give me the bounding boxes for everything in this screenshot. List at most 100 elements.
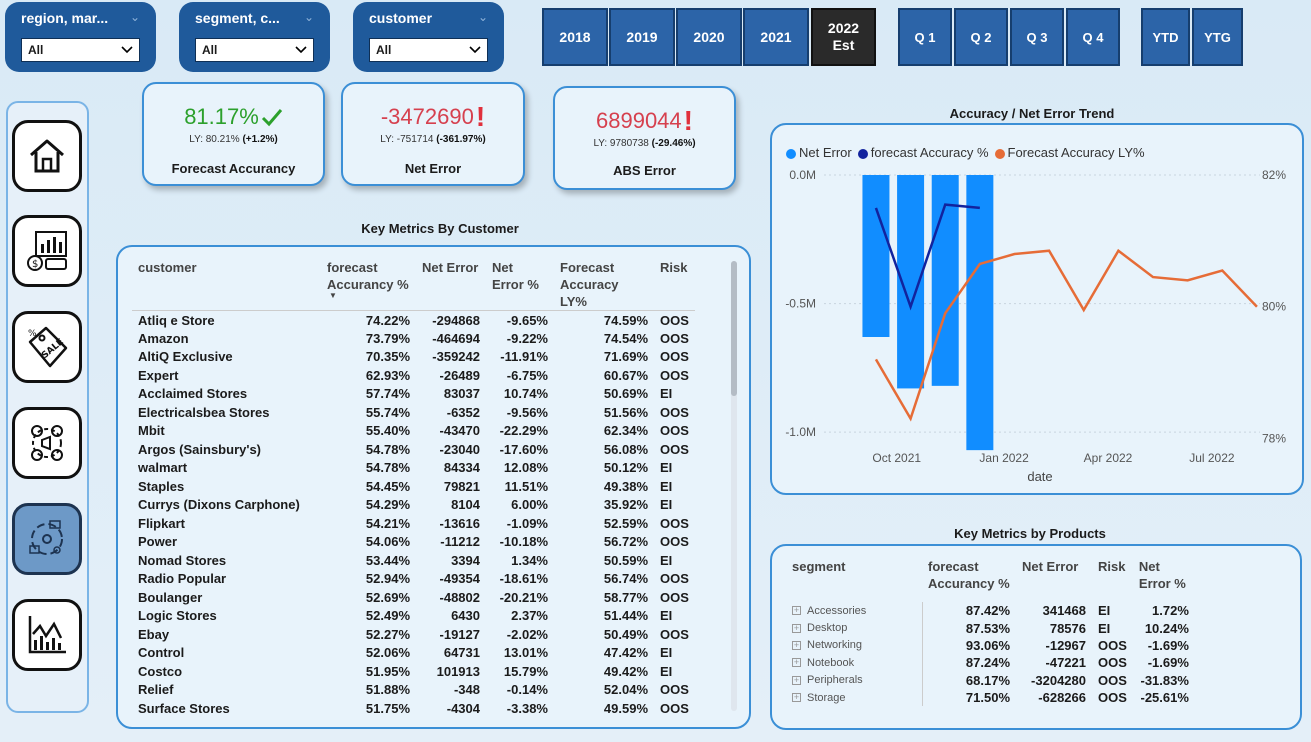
col-net-error-pct[interactable]: Net Error % bbox=[1133, 558, 1195, 602]
table-row[interactable]: walmart 54.78% 84334 12.08% 50.12% EI bbox=[132, 459, 695, 478]
col-risk[interactable]: Risk bbox=[1092, 558, 1133, 602]
cell-customer: Electricalsbea Stores bbox=[138, 404, 270, 420]
table-row[interactable]: Surface Stores 51.75% -4304 -3.38% 49.59% OOS bbox=[132, 699, 695, 718]
table-row[interactable]: Nomad Stores 53.44% 3394 1.34% 50.59% EI bbox=[132, 551, 695, 570]
table-row[interactable]: Currys (Dixons Carphone) 54.29% 8104 6.00% 3… bbox=[132, 496, 695, 515]
cell-accuracy: 68.17% bbox=[965, 672, 1010, 688]
col-net-error[interactable]: Net Error bbox=[416, 259, 486, 311]
cell-customer: Argos (Sainsbury's) bbox=[138, 441, 262, 457]
quarter-button-q2[interactable]: Q 2 bbox=[954, 8, 1008, 66]
cell-accuracy: 71.50% bbox=[965, 690, 1010, 706]
cell-net-error: -294868 bbox=[432, 312, 480, 328]
cell-net-error-pct: -9.65% bbox=[506, 312, 548, 328]
sale-tag-icon: SALE % bbox=[28, 326, 68, 368]
table-row[interactable]: Mbit 55.40% -43470 -22.29% 62.34% OOS bbox=[132, 422, 695, 441]
kpi-accuracy-label: Forecast Accurancy bbox=[171, 161, 296, 176]
cell-customer: Amazon bbox=[138, 330, 189, 346]
table-row[interactable]: + Notebook 87.24% -47221 OOS -1.69% bbox=[786, 654, 1195, 672]
nav-analytics-button[interactable] bbox=[12, 599, 82, 671]
cell-accuracy-ly: 49.42% bbox=[603, 663, 648, 679]
chevron-down-icon: ⌄ bbox=[477, 10, 488, 24]
expand-icon[interactable]: + bbox=[792, 606, 801, 616]
col-net-error-pct[interactable]: Net Error % bbox=[486, 259, 554, 311]
cell-net-error-pct: -22.29% bbox=[499, 423, 548, 439]
x-tick-label: Jul 2022 bbox=[1189, 451, 1235, 465]
table-row[interactable]: + Accessories 87.42% 341468 EI 1.72% bbox=[786, 602, 1195, 620]
table-row[interactable]: + Networking 93.06% -12967 OOS -1.69% bbox=[786, 636, 1195, 655]
year-button-2019[interactable]: 2019 bbox=[609, 8, 675, 66]
table-row[interactable]: Logic Stores 52.49% 6430 2.37% 51.44% EI bbox=[132, 607, 695, 626]
table-row[interactable]: + Desktop 87.53% 78576 EI 10.24% bbox=[786, 619, 1195, 637]
nav-marketing-button[interactable] bbox=[12, 407, 82, 479]
expand-icon[interactable]: + bbox=[792, 693, 801, 703]
quarter-button-q3[interactable]: Q 3 bbox=[1010, 8, 1064, 66]
table-row[interactable]: Power 54.06% -11212 -10.18% 56.72% OOS bbox=[132, 533, 695, 552]
nav-sales-button[interactable]: SALE % bbox=[12, 311, 82, 383]
table-row[interactable]: + Peripherals 68.17% -3204280 OOS -31.83% bbox=[786, 671, 1195, 689]
table-row[interactable]: Acclaimed Stores 57.74% 83037 10.74% 50.69% E… bbox=[132, 385, 695, 404]
year-button-2022-est[interactable]: 2022 Est bbox=[811, 8, 876, 66]
table-row[interactable]: Ebay 52.27% -19127 -2.02% 50.49% OOS bbox=[132, 625, 695, 644]
slicer-customer[interactable]: customer ⌄ All bbox=[353, 2, 504, 72]
table-row[interactable]: Amazon 73.79% -464694 -9.22% 74.54% OOS bbox=[132, 329, 695, 348]
year-button-2018[interactable]: 2018 bbox=[542, 8, 608, 66]
table-header-row: customer forecast Accurancy % ▼ Net Erro… bbox=[132, 259, 695, 311]
product-table-title: Key Metrics by Products bbox=[954, 526, 1106, 541]
table-row[interactable]: Boulanger 52.69% -48802 -20.21% 58.77% OOS bbox=[132, 588, 695, 607]
table-row[interactable]: Control 52.06% 64731 13.01% 47.42% EI bbox=[132, 644, 695, 663]
cell-net-error-pct: -31.83% bbox=[1140, 672, 1189, 688]
ytg-button[interactable]: YTG bbox=[1192, 8, 1243, 66]
quarter-button-q4[interactable]: Q 4 bbox=[1066, 8, 1120, 66]
table-row[interactable]: Atliq e Store 74.22% -294868 -9.65% 74.59% OO… bbox=[132, 311, 695, 330]
table-row[interactable]: AltiQ Exclusive 70.35% -359242 -11.91% 71.69… bbox=[132, 348, 695, 367]
col-net-error[interactable]: Net Error bbox=[1016, 558, 1092, 602]
x-tick-label: Apr 2022 bbox=[1084, 451, 1133, 465]
year-button-2021[interactable]: 2021 bbox=[743, 8, 809, 66]
cell-accuracy-ly: 49.38% bbox=[603, 478, 648, 494]
col-customer[interactable]: customer bbox=[132, 259, 321, 311]
kpi-abs-error-label: ABS Error bbox=[613, 163, 676, 178]
col-segment[interactable]: segment bbox=[786, 558, 922, 602]
x-tick-label: Jan 2022 bbox=[979, 451, 1029, 465]
cell-accuracy-ly: 35.92% bbox=[603, 497, 648, 513]
col-risk[interactable]: Risk bbox=[654, 259, 695, 311]
cell-risk: OOS bbox=[1098, 690, 1127, 706]
table-row[interactable]: + Storage 71.50% -628266 OOS -25.61% bbox=[786, 688, 1195, 707]
slicer-segment[interactable]: segment, c... ⌄ All bbox=[179, 2, 330, 72]
col-forecast-accuracy-ly[interactable]: Forecast Accuracy LY% bbox=[554, 259, 654, 311]
year-button-2020[interactable]: 2020 bbox=[676, 8, 742, 66]
ytd-button[interactable]: YTD bbox=[1141, 8, 1190, 66]
col-forecast-accuracy-label: forecast Accurancy % bbox=[327, 260, 409, 292]
expand-icon[interactable]: + bbox=[792, 658, 801, 668]
nav-home-button[interactable] bbox=[12, 120, 82, 192]
table-row[interactable]: Expert 62.93% -26489 -6.75% 60.67% OOS bbox=[132, 366, 695, 385]
scrollbar-thumb[interactable] bbox=[731, 261, 737, 396]
expand-icon[interactable]: + bbox=[792, 675, 801, 685]
cell-accuracy: 87.53% bbox=[965, 620, 1010, 636]
table-row[interactable]: Radio Popular 52.94% -49354 -18.61% 56.74% OO… bbox=[132, 570, 695, 589]
slicer-region[interactable]: region, mar... ⌄ All bbox=[5, 2, 156, 72]
y2-tick-label: 80% bbox=[1262, 300, 1286, 314]
nav-finance-button[interactable]: $ bbox=[12, 215, 82, 287]
col-forecast-accuracy[interactable]: forecast Accurancy % bbox=[922, 558, 1016, 602]
table-row[interactable]: Flipkart 54.21% -13616 -1.09% 52.59% OOS bbox=[132, 514, 695, 533]
table-row[interactable]: Electricalsbea Stores 55.74% -6352 -9.56% 51… bbox=[132, 403, 695, 422]
nav-supply-chain-button[interactable] bbox=[12, 503, 82, 575]
col-forecast-accuracy[interactable]: forecast Accurancy % ▼ bbox=[321, 259, 416, 311]
cell-customer: Currys (Dixons Carphone) bbox=[138, 497, 300, 513]
slicer-customer-dropdown[interactable]: All bbox=[369, 38, 488, 62]
quarter-button-q1[interactable]: Q 1 bbox=[898, 8, 952, 66]
table-row[interactable]: Costco 51.95% 101913 15.79% 49.42% EI bbox=[132, 662, 695, 681]
slicer-region-dropdown[interactable]: All bbox=[21, 38, 140, 62]
table-row[interactable]: Argos (Sainsbury's) 54.78% -23040 -17.60% 56… bbox=[132, 440, 695, 459]
cell-accuracy: 51.95% bbox=[365, 663, 410, 679]
expand-icon[interactable]: + bbox=[792, 623, 801, 633]
finance-report-icon: $ bbox=[27, 231, 67, 271]
slicer-segment-dropdown[interactable]: All bbox=[195, 38, 314, 62]
cell-net-error-pct: 12.08% bbox=[503, 460, 548, 476]
table-row[interactable]: Relief 51.88% -348 -0.14% 52.04% OOS bbox=[132, 681, 695, 700]
cell-segment: + Notebook bbox=[786, 654, 923, 672]
table-row[interactable]: Staples 54.45% 79821 11.51% 49.38% EI bbox=[132, 477, 695, 496]
vertical-scrollbar[interactable] bbox=[731, 261, 737, 711]
expand-icon[interactable]: + bbox=[792, 641, 801, 651]
